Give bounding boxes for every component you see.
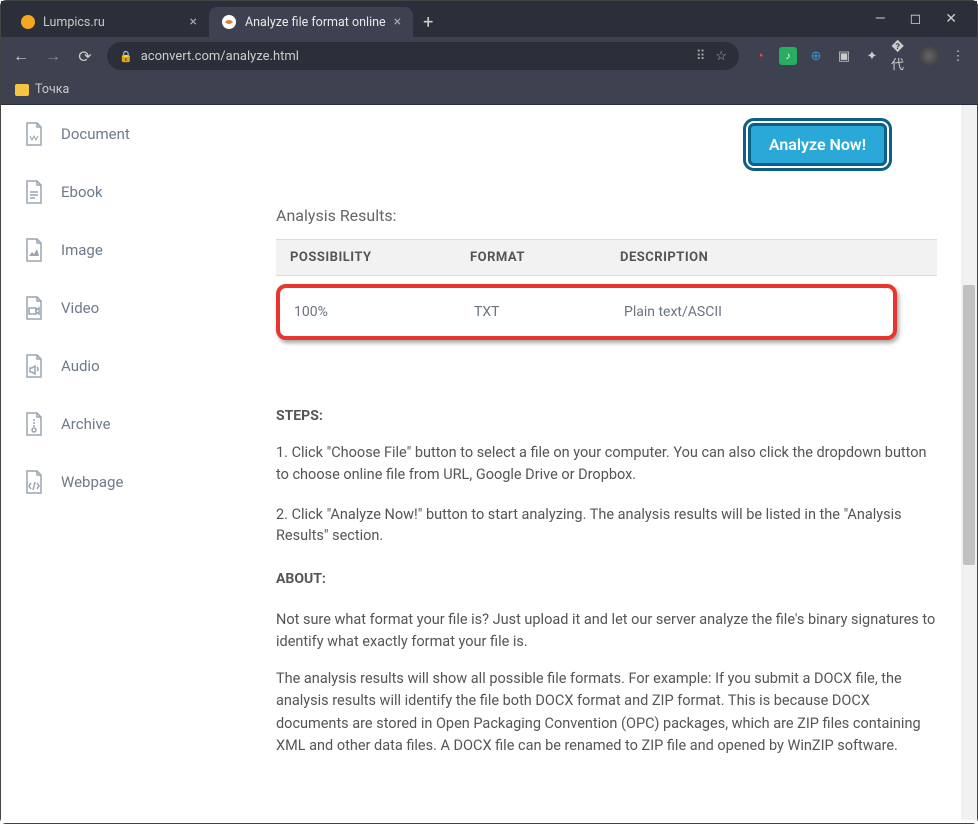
scrollbar-thumb[interactable] [963, 285, 975, 565]
lock-icon: 🔒 [119, 50, 133, 63]
folder-icon [15, 84, 29, 96]
bookmark-item[interactable]: Точка [15, 82, 69, 97]
tab-title: Lumpics.ru [43, 15, 105, 30]
sidebar-item-video[interactable]: Video [1, 279, 216, 337]
header-description: DESCRIPTION [620, 250, 923, 265]
sidebar-item-label: Archive [61, 415, 111, 433]
sidebar-item-audio[interactable]: Audio [1, 337, 216, 395]
url-text: aconvert.com/analyze.html [141, 49, 299, 64]
sidebar-item-label: Webpage [61, 473, 123, 491]
results-table: POSSIBILITY FORMAT DESCRIPTION 100% TXT … [276, 239, 937, 340]
sidebar-item-webpage[interactable]: Webpage [1, 453, 216, 511]
browser-tabs: Lumpics.ru × Analyze file format online … [1, 1, 855, 37]
browser-toolbar: ← → ⟳ 🔒 aconvert.com/analyze.html ⠿ ☆ ◔ … [1, 37, 977, 75]
header-format: FORMAT [470, 250, 620, 265]
favicon-icon [221, 14, 237, 30]
extensions-menu-icon[interactable]: ✦ [863, 47, 881, 65]
extension-icon[interactable]: ▣ [835, 47, 853, 65]
address-bar[interactable]: 🔒 aconvert.com/analyze.html ⠿ ☆ [107, 42, 739, 70]
translate-icon[interactable]: ⠿ [696, 49, 706, 64]
cell-description: Plain text/ASCII [624, 304, 879, 320]
bookmark-star-icon[interactable]: ☆ [715, 49, 727, 64]
cell-format: TXT [474, 304, 624, 320]
results-title: Analysis Results: [276, 206, 937, 225]
profile-avatar[interactable] [919, 46, 939, 66]
page-content: Document Ebook Image Video Audio Archive… [1, 105, 977, 823]
about-title: ABOUT: [276, 571, 937, 587]
forward-button[interactable]: → [43, 46, 63, 66]
favicon-icon [21, 15, 35, 29]
step-text: 1. Click "Choose File" button to select … [276, 442, 937, 486]
maximize-button[interactable]: ◻ [910, 11, 922, 27]
back-button[interactable]: ← [11, 46, 31, 66]
video-icon [23, 295, 45, 321]
sidebar: Document Ebook Image Video Audio Archive… [1, 105, 216, 823]
tab-title: Analyze file format online [245, 15, 386, 30]
extension-icon[interactable]: ⊕ [807, 47, 825, 65]
sidebar-item-ebook[interactable]: Ebook [1, 163, 216, 221]
sidebar-item-archive[interactable]: Archive [1, 395, 216, 453]
main-content: Analyze Now! Analysis Results: POSSIBILI… [216, 105, 977, 823]
image-icon [23, 237, 45, 263]
menu-icon[interactable]: ⋮ [949, 47, 967, 65]
steps-title: STEPS: [276, 408, 937, 424]
extension-icon[interactable]: ◔ [751, 47, 769, 65]
step-text: 2. Click "Analyze Now!" button to start … [276, 504, 937, 548]
table-row: 100% TXT Plain text/ASCII [276, 284, 897, 340]
header-possibility: POSSIBILITY [290, 250, 470, 265]
ebook-icon [23, 179, 45, 205]
close-button[interactable]: ✕ [945, 11, 957, 27]
audio-icon [23, 353, 45, 379]
window-controls: — ◻ ✕ [855, 1, 977, 37]
extension-icons: ◔ ♪ ⊕ ▣ ✦ �代 ⋮ [751, 46, 967, 66]
reload-button[interactable]: ⟳ [75, 47, 95, 66]
sidebar-item-label: Document [61, 125, 130, 143]
window-titlebar: Lumpics.ru × Analyze file format online … [1, 1, 977, 37]
close-icon[interactable]: × [394, 14, 401, 30]
browser-tab-aconvert[interactable]: Analyze file format online × [209, 7, 413, 37]
cell-possibility: 100% [294, 304, 474, 320]
bookmarks-bar: Точка [1, 75, 977, 105]
sidebar-item-label: Ebook [61, 183, 103, 201]
archive-icon [23, 411, 45, 437]
document-icon [23, 121, 45, 147]
reading-list-icon[interactable]: �代 [891, 47, 909, 65]
sidebar-item-label: Video [61, 299, 99, 317]
about-text: Not sure what format your file is? Just … [276, 609, 937, 654]
sidebar-item-label: Image [61, 241, 103, 259]
table-header: POSSIBILITY FORMAT DESCRIPTION [276, 239, 937, 276]
scrollbar[interactable] [961, 105, 977, 820]
sidebar-item-image[interactable]: Image [1, 221, 216, 279]
minimize-button[interactable]: — [875, 11, 886, 27]
close-icon[interactable]: × [190, 14, 197, 30]
bookmark-label: Точка [35, 82, 69, 97]
sidebar-item-document[interactable]: Document [1, 105, 216, 163]
browser-tab-lumpics[interactable]: Lumpics.ru × [9, 7, 209, 37]
webpage-icon [23, 469, 45, 495]
about-text: The analysis results will show all possi… [276, 668, 937, 758]
sidebar-item-label: Audio [61, 357, 100, 375]
new-tab-button[interactable]: + [413, 7, 443, 37]
extension-icon[interactable]: ♪ [779, 47, 797, 65]
analyze-button[interactable]: Analyze Now! [748, 123, 887, 166]
